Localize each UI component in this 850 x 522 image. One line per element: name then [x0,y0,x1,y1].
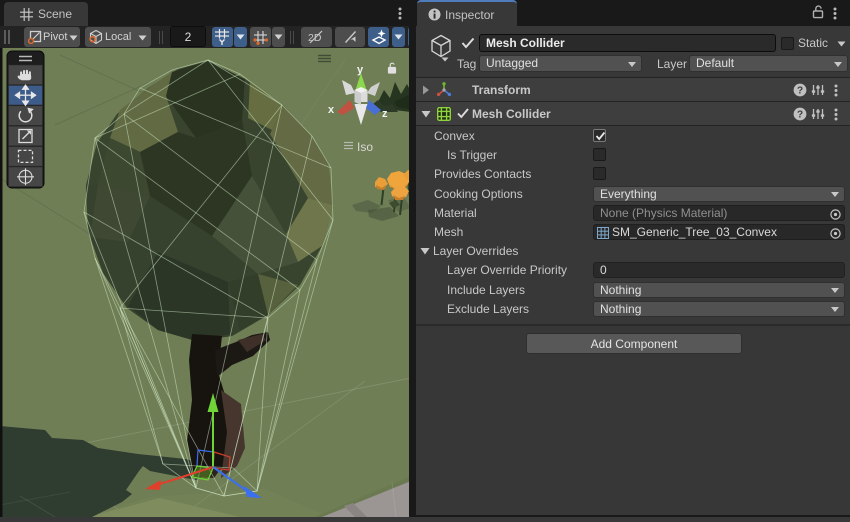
svg-text:?: ? [797,110,803,121]
svg-text:Iso: Iso [357,140,373,154]
svg-text:y: y [357,64,364,76]
svg-text:x: x [328,104,335,116]
svg-text:?: ? [797,86,803,97]
svg-text:z: z [382,108,388,120]
